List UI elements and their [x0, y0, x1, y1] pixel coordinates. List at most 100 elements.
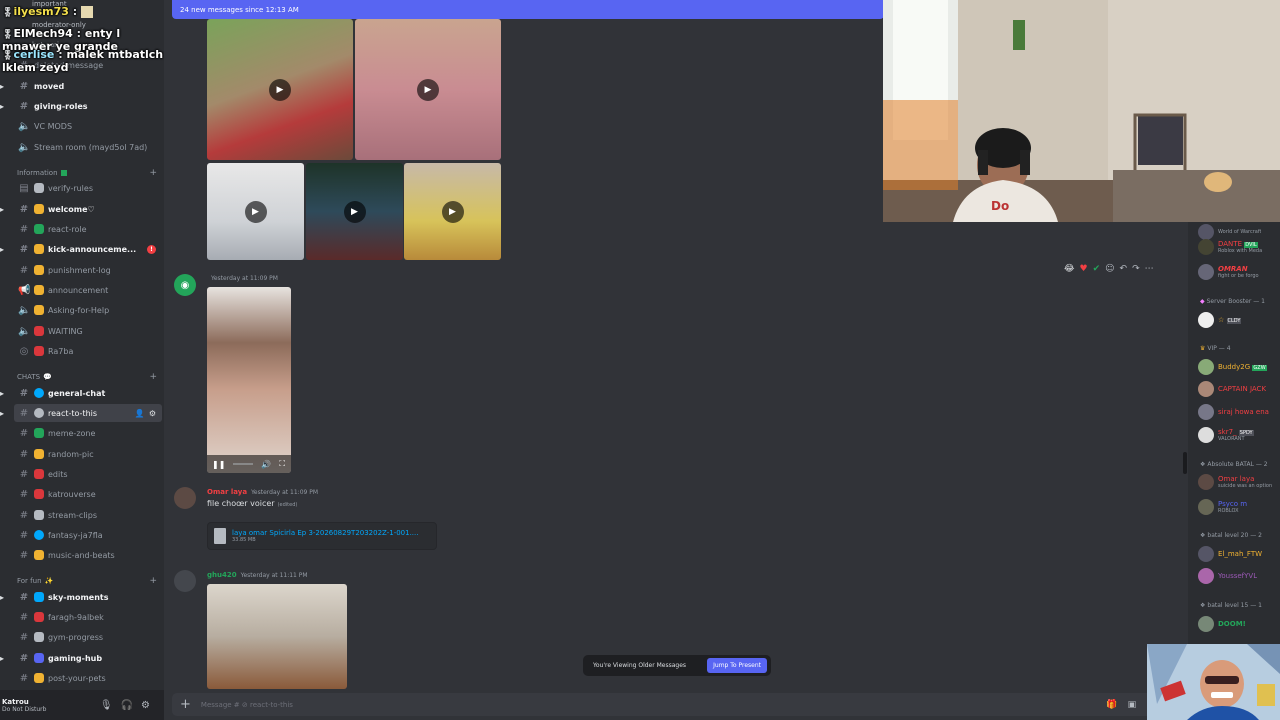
- add-channel-icon[interactable]: +: [149, 576, 157, 586]
- channel-post-your-pets[interactable]: # post-your-pets: [14, 669, 162, 687]
- gif-icon[interactable]: ▣: [1128, 700, 1137, 710]
- channel-kick-announcements[interactable]: # kick-announceme...!: [14, 240, 162, 258]
- channel-stream-clips[interactable]: # stream-clips: [14, 506, 162, 524]
- jump-to-present-button[interactable]: Jump To Present: [707, 658, 767, 673]
- member-item[interactable]: siraj howa ena: [1198, 402, 1280, 422]
- play-icon[interactable]: ▶: [417, 78, 439, 101]
- channel-react-to-this[interactable]: # react-to-this 👤 ⚙: [14, 404, 162, 422]
- member-item[interactable]: El_mah_FTW: [1198, 544, 1280, 564]
- avatar[interactable]: [174, 570, 196, 592]
- unread-indicator: ▸: [0, 593, 5, 602]
- crown-icon: ♛: [1200, 345, 1206, 352]
- channel-announcement[interactable]: 📢 announcement: [14, 281, 162, 299]
- member-item[interactable]: Buddy2G GZW: [1198, 357, 1280, 377]
- user-info[interactable]: Katrou Do Not Disturb: [2, 698, 46, 713]
- video-thumbnail[interactable]: ▶: [207, 19, 353, 160]
- settings-gear-icon[interactable]: ⚙: [149, 409, 156, 418]
- video-player[interactable]: ❚❚ 🔊 ⛶: [207, 287, 291, 473]
- video-thumbnail[interactable]: ▶: [355, 19, 501, 160]
- voice-channel-waiting[interactable]: 🔈 WAITING: [14, 322, 162, 340]
- channel-punishment-log[interactable]: # punishment-log: [14, 261, 162, 279]
- stage-channel-ra7ba[interactable]: ◎ Ra7ba: [14, 342, 162, 360]
- progress-bar[interactable]: [233, 463, 254, 465]
- message-author[interactable]: Yesterday at 11:09 PM: [207, 274, 278, 282]
- channel-fantasy-ja7fla[interactable]: # fantasy-ja7fla: [14, 526, 162, 544]
- volume-icon[interactable]: 🔊: [261, 460, 271, 469]
- avatar[interactable]: ◉: [174, 274, 196, 296]
- video-thumbnail[interactable]: ▶: [207, 163, 304, 260]
- voice-channel-vc-mods[interactable]: 🔈 VC MODS: [14, 117, 162, 135]
- add-channel-icon[interactable]: +: [149, 168, 157, 178]
- channel-emoji-icon: [34, 183, 44, 193]
- member-item[interactable]: CAPTAIN JACK: [1198, 379, 1280, 399]
- channel-gym-progress[interactable]: # gym-progress: [14, 628, 162, 646]
- settings-gear-icon[interactable]: ⚙: [141, 700, 150, 711]
- play-icon[interactable]: ▶: [244, 200, 267, 223]
- channel-welcome[interactable]: # welcome♡: [14, 200, 162, 218]
- scrollbar[interactable]: [1183, 452, 1187, 474]
- avatar[interactable]: [174, 487, 196, 509]
- emote-icon: [81, 6, 93, 18]
- channel-emoji-icon: [34, 326, 44, 336]
- new-messages-bar[interactable]: 24 new messages since 12:13 AM: [172, 0, 884, 19]
- member-item[interactable]: OMRAN fight or be forgo: [1198, 262, 1280, 282]
- channel-meme-zone[interactable]: # meme-zone: [14, 424, 162, 442]
- category-information[interactable]: Information +: [17, 168, 157, 178]
- video-thumbnail[interactable]: [207, 584, 347, 689]
- channel-emoji-icon: [34, 346, 44, 356]
- reaction-check-icon[interactable]: ✔: [1093, 264, 1101, 274]
- pause-icon[interactable]: ❚❚: [212, 460, 225, 469]
- member-item[interactable]: DOOM!: [1198, 614, 1280, 634]
- message-composer[interactable]: + Message # ⊘ react-to-this 🎁 ▣ ▢ ☺: [172, 693, 1182, 716]
- avatar: [1198, 427, 1214, 443]
- channel-music-and-beats[interactable]: # music-and-beats: [14, 546, 162, 564]
- channel-general-chat[interactable]: # general-chat: [14, 384, 162, 402]
- unread-indicator: ▸: [0, 389, 5, 398]
- category-chats[interactable]: CHATS 💬 +: [17, 372, 157, 382]
- reaction-heart-icon[interactable]: ♥: [1080, 264, 1088, 274]
- member-item[interactable]: YoussefYVL: [1198, 566, 1280, 586]
- headphones-icon[interactable]: 🎧: [121, 700, 133, 711]
- video-thumbnail[interactable]: ▶: [306, 163, 403, 260]
- channel-edits[interactable]: # edits: [14, 465, 162, 483]
- video-thumbnail[interactable]: ▶: [404, 163, 501, 260]
- message-author[interactable]: ghu420 Yesterday at 11:11 PM: [207, 571, 308, 579]
- add-reaction-icon[interactable]: ☺: [1105, 264, 1114, 274]
- member-item[interactable]: Omar laya suicide was an option: [1198, 472, 1280, 492]
- forward-icon[interactable]: ↷: [1132, 264, 1140, 274]
- play-icon[interactable]: ▶: [269, 78, 291, 101]
- member-item[interactable]: skr7_ SPDY VALORANT: [1198, 425, 1280, 445]
- channel-sky-moments[interactable]: # sky-moments: [14, 588, 162, 606]
- hash-icon: ⊘: [241, 700, 248, 709]
- invite-icon[interactable]: 👤: [135, 409, 145, 418]
- message-author[interactable]: Omar laya Yesterday at 11:09 PM: [207, 488, 318, 496]
- channel-random-pic[interactable]: # random-pic: [14, 445, 162, 463]
- channel-giving-roles[interactable]: # giving-roles: [14, 97, 162, 115]
- add-channel-icon[interactable]: +: [149, 372, 157, 382]
- channel-gaming-hub[interactable]: # gaming-hub: [14, 649, 162, 667]
- microphone-icon[interactable]: 🎙: [100, 700, 113, 711]
- attachment-name[interactable]: laya omar Spicirla Ep 3-20260829T203202Z…: [232, 529, 418, 537]
- category-for-fun[interactable]: For fun ✨ +: [17, 576, 157, 586]
- channel-emoji-icon: [34, 428, 44, 438]
- reply-icon[interactable]: ↶: [1120, 264, 1128, 274]
- channel-emoji-icon: [34, 653, 44, 663]
- member-item[interactable]: ☆ CLDY: [1198, 310, 1280, 330]
- channel-react-role[interactable]: # react-role: [14, 220, 162, 238]
- play-icon[interactable]: ▶: [343, 200, 366, 223]
- upload-plus-icon[interactable]: +: [180, 697, 191, 712]
- voice-channel-stream-room[interactable]: 🔈 Stream room (mayd5ol 7ad): [14, 138, 162, 156]
- play-icon[interactable]: ▶: [441, 200, 464, 223]
- gift-icon[interactable]: 🎁: [1106, 700, 1117, 710]
- member-item[interactable]: Psyco m ROBLOX: [1198, 497, 1280, 517]
- member-item[interactable]: DANTE DVIL Roblox with Meda: [1198, 237, 1280, 257]
- reaction-laugh-icon[interactable]: 😂: [1064, 264, 1075, 274]
- channel-moved[interactable]: # moved: [14, 77, 162, 95]
- more-options-icon[interactable]: ⋯: [1145, 264, 1154, 274]
- voice-channel-asking-for-help[interactable]: 🔈 Asking-for-Help: [14, 301, 162, 319]
- fullscreen-icon[interactable]: ⛶: [279, 459, 285, 469]
- channel-katrouverse[interactable]: # katrouverse: [14, 485, 162, 503]
- channel-faragh-9albek[interactable]: # faragh-9albek: [14, 608, 162, 626]
- channel-verify-rules[interactable]: ▤ verify-rules: [14, 179, 162, 197]
- file-attachment[interactable]: laya omar Spicirla Ep 3-20260829T203202Z…: [207, 522, 437, 550]
